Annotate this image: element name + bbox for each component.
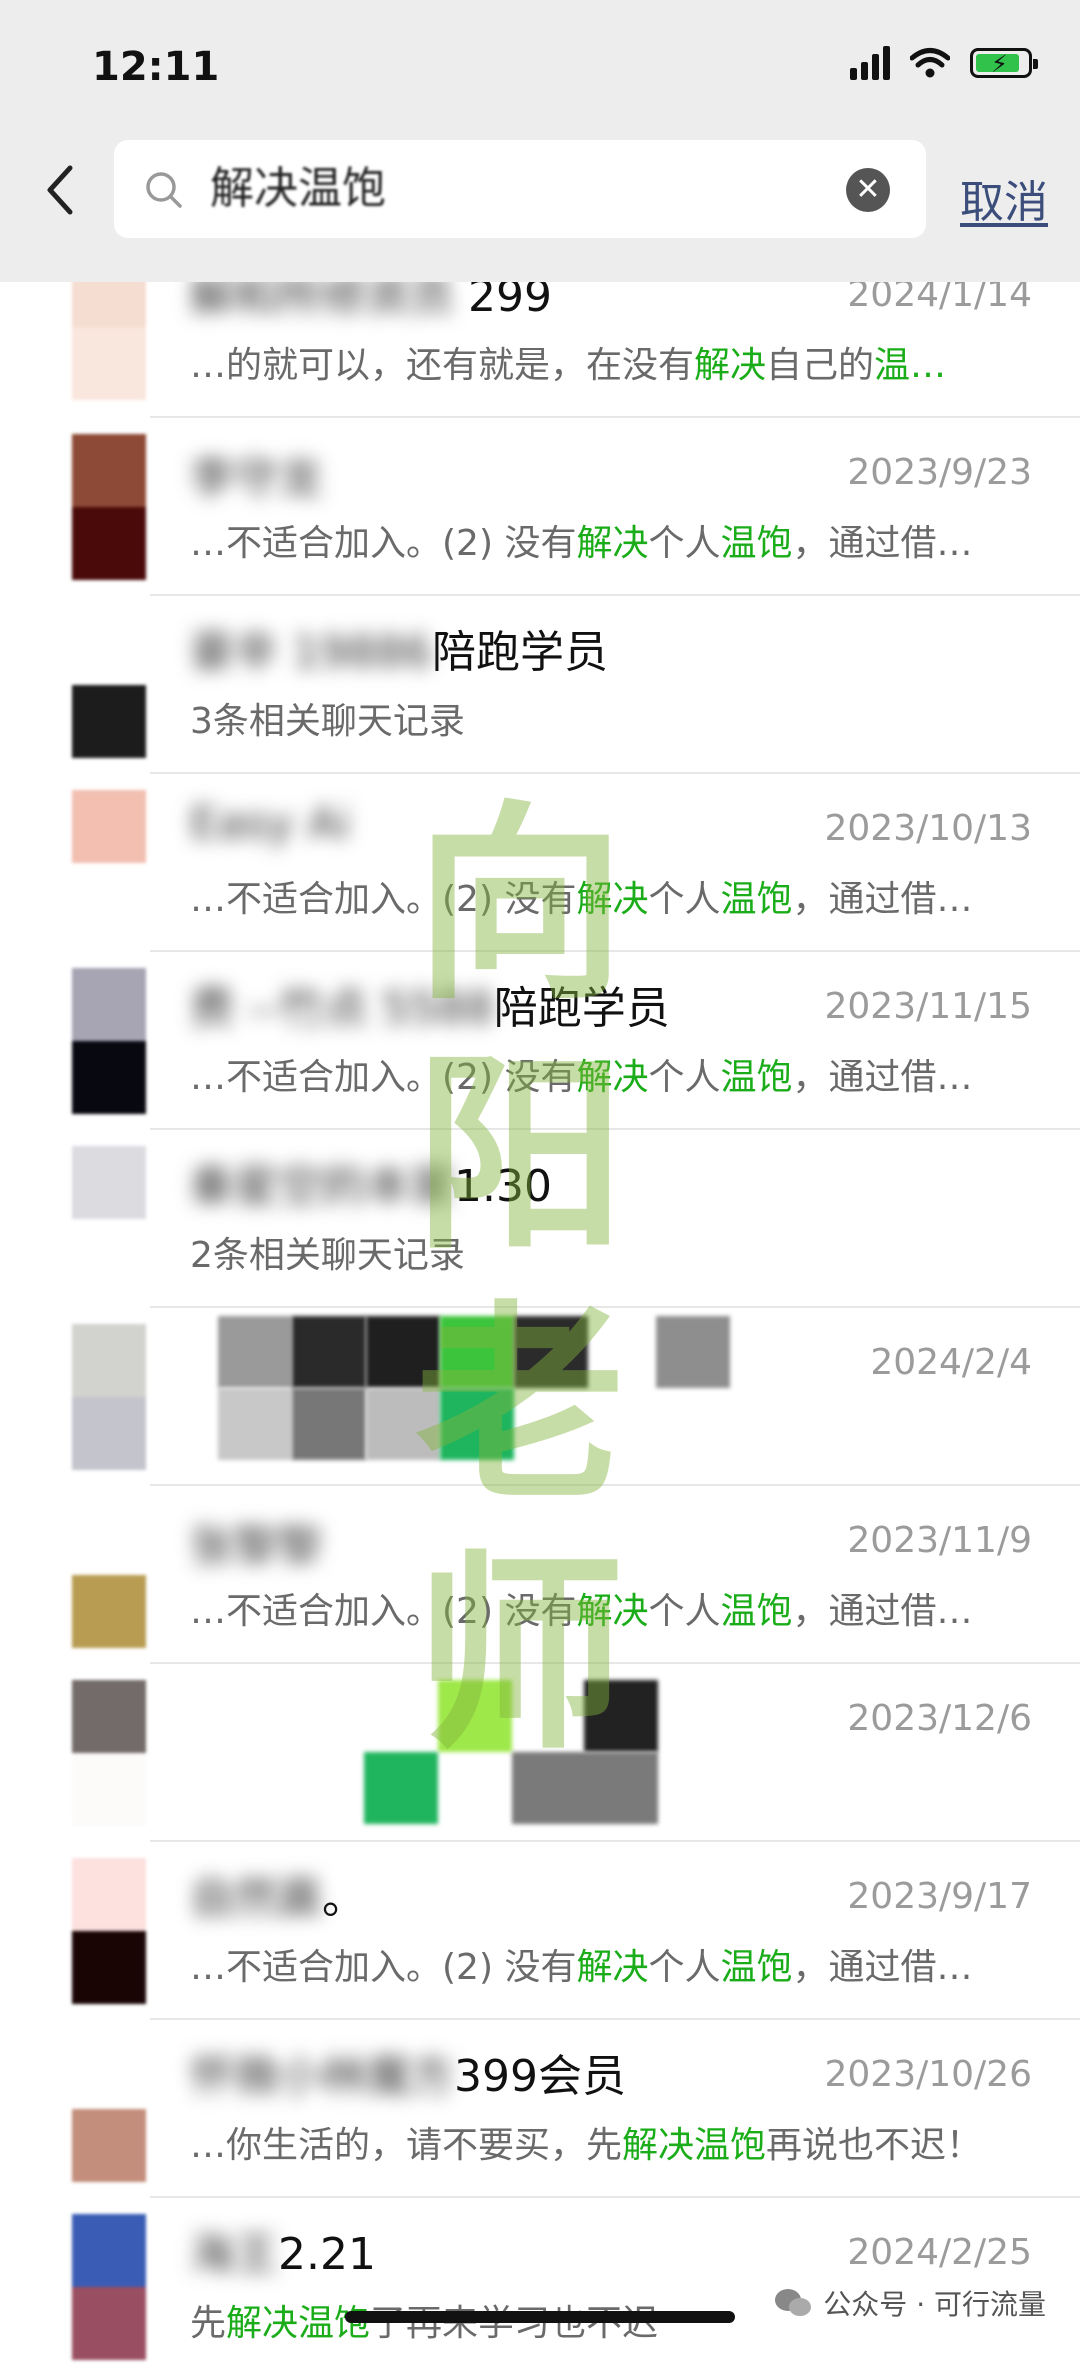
chat-name: 秦星空的本家1.30: [190, 1161, 552, 1212]
chat-name: 自然晨。: [190, 1873, 366, 1924]
result-row[interactable]: 2023/12/6: [0, 1664, 1080, 1842]
avatar: [72, 434, 146, 580]
chat-name: 海王2.21: [190, 2229, 376, 2280]
avatar: [72, 1146, 146, 1292]
result-row[interactable]: 张黎黎 2023/11/9 …不适合加入。(2) 没有解决个人温饱，通过借…: [0, 1486, 1080, 1664]
cancel-button[interactable]: 取消: [960, 166, 1048, 230]
chat-date: 2023/9/17: [847, 1876, 1032, 1917]
avatar: [72, 790, 146, 936]
result-row[interactable]: 怀微小林魔方399会员 2023/10/26 …你生活的，请不要买，先解决温饱再…: [0, 2020, 1080, 2198]
status-time: 12:11: [92, 44, 220, 90]
avatar: [72, 1680, 146, 1826]
chat-date: 2023/10/26: [824, 2054, 1033, 2095]
result-row[interactable]: 李守龙 2023/9/23 …不适合加入。(2) 没有解决个人温饱，通过借…: [0, 418, 1080, 596]
chat-name: Easy Ai: [190, 798, 351, 849]
clear-search-button[interactable]: ✕: [846, 168, 890, 212]
status-icons: ⚡: [850, 46, 1038, 80]
chat-name: 张黎黎: [190, 1521, 322, 1572]
search-icon: [146, 172, 182, 208]
message-snippet: …不适合加入。(2) 没有解决个人温饱，通过借…: [190, 523, 973, 564]
chat-name: 费 --竹点 5588陪跑学员: [190, 983, 670, 1034]
result-row[interactable]: Easy Ai 2023/10/13 …不适合加入。(2) 没有解决个人温饱，通…: [0, 774, 1080, 952]
avatar: [72, 1858, 146, 2004]
chat-name: 豪辛 19886陪跑学员: [190, 627, 608, 678]
avatar: [72, 2214, 146, 2360]
result-row[interactable]: 费 --竹点 5588陪跑学员 2023/11/15 …不适合加入。(2) 没有…: [0, 952, 1080, 1130]
result-row[interactable]: 2024/2/4: [0, 1308, 1080, 1486]
message-snippet: …不适合加入。(2) 没有解决个人温饱，通过借…: [190, 1057, 973, 1098]
chat-date: 2023/11/15: [824, 986, 1033, 1027]
message-snippet: …你生活的，请不要买，先解决温饱再说也不迟！: [190, 2125, 983, 2166]
avatar: [72, 612, 146, 758]
avatar: [72, 1502, 146, 1648]
result-row[interactable]: 秦星空的本家1.30 2条相关聊天记录: [0, 1130, 1080, 1308]
message-snippet: …的就可以，还有就是，在没有解决自己的温…: [190, 345, 947, 386]
avatar: [72, 968, 146, 1114]
source-watermark: 公众号 · 可行流量: [773, 2283, 1046, 2323]
avatar: [72, 2036, 146, 2182]
message-snippet: …不适合加入。(2) 没有解决个人温饱，通过借…: [190, 1591, 973, 1632]
chat-date: 2023/11/9: [847, 1520, 1032, 1561]
chat-date: 2024/2/4: [870, 1342, 1032, 1383]
chat-date: 2024/2/25: [847, 2232, 1032, 2273]
chat-date: 2023/9/23: [847, 452, 1032, 493]
chat-name: 李守龙: [190, 453, 322, 504]
chat-date: 2023/10/13: [824, 808, 1033, 849]
message-snippet: …不适合加入。(2) 没有解决个人温饱，通过借…: [190, 879, 973, 920]
home-indicator: [345, 2311, 735, 2323]
search-query: 解决温饱: [210, 163, 386, 214]
related-records-count: 3条相关聊天记录: [190, 701, 465, 742]
wechat-icon: [775, 2289, 812, 2316]
back-arrow-icon[interactable]: [40, 160, 80, 220]
cellular-signal-icon: [850, 46, 890, 80]
message-snippet: …不适合加入。(2) 没有解决个人温饱，通过借…: [190, 1947, 973, 1988]
wifi-icon: [910, 48, 950, 78]
result-row[interactable]: 豪辛 19886陪跑学员 3条相关聊天记录: [0, 596, 1080, 774]
battery-icon: ⚡: [970, 48, 1038, 78]
avatar: [72, 1324, 146, 1470]
related-records-count: 2条相关聊天记录: [190, 1235, 465, 1276]
chat-name: 怀微小林魔方399会员: [190, 2051, 626, 2102]
chat-date: 2023/12/6: [847, 1698, 1032, 1739]
search-input[interactable]: 解决温饱 ✕: [114, 140, 926, 238]
search-header: 12:11 ⚡ 解决温饱 ✕ 取消: [0, 0, 1080, 282]
result-row[interactable]: 自然晨。 2023/9/17 …不适合加入。(2) 没有解决个人温饱，通过借…: [0, 1842, 1080, 2020]
